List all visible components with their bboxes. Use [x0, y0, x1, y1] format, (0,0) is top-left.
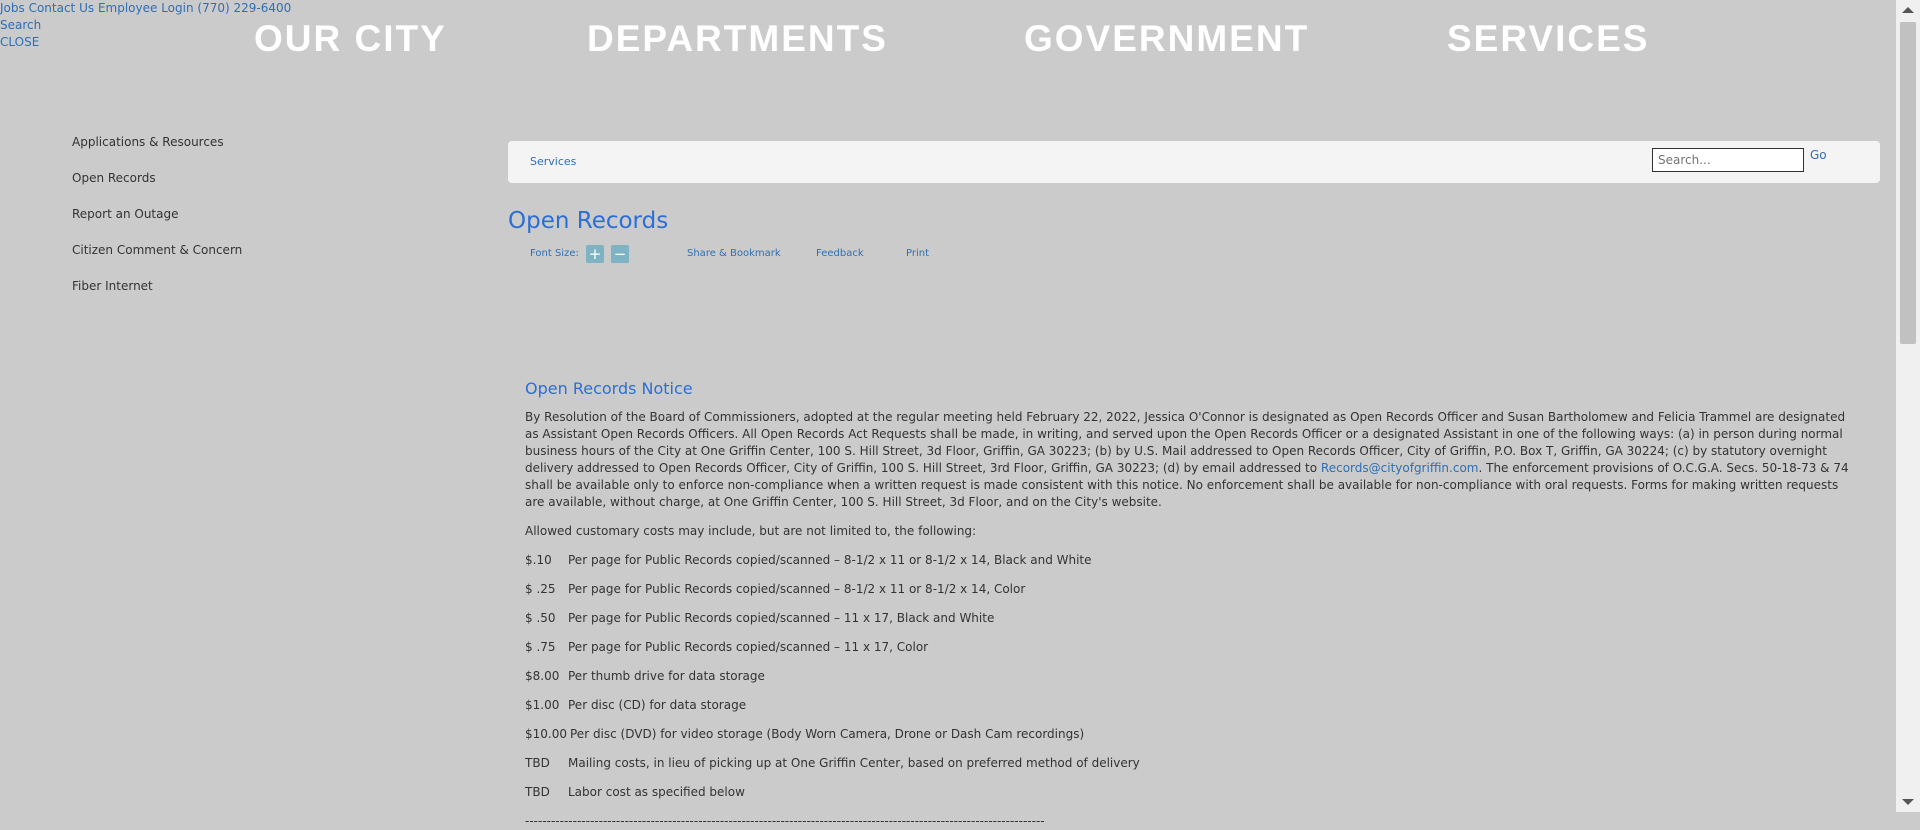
breadcrumb-bar: Services Go [508, 141, 1880, 183]
utility-links: Jobs Contact Us Employee Login (770) 229… [0, 0, 291, 17]
employee-login-link[interactable]: Employee Login [98, 1, 194, 15]
notice-paragraph: By Resolution of the Board of Commission… [525, 409, 1860, 511]
costs-intro: Allowed customary costs may include, but… [525, 524, 977, 538]
scroll-down-arrow-icon[interactable] [1902, 799, 1914, 805]
cost-amount: TBD [525, 785, 550, 799]
cost-description: Per page for Public Records copied/scann… [568, 611, 995, 625]
nav-government[interactable]: GOVERNMENT [1024, 18, 1309, 60]
sidebar-item-citizen-comment[interactable]: Citizen Comment & Concern [72, 241, 242, 277]
cost-description: Per thumb drive for data storage [568, 669, 765, 683]
font-decrease-button[interactable]: − [611, 245, 629, 263]
cost-description: Per disc (DVD) for video storage (Body W… [570, 727, 1085, 741]
sidebar-item-fiber-internet[interactable]: Fiber Internet [72, 277, 242, 313]
cost-row: $ .25 Per page for Public Records copied/… [525, 581, 1860, 598]
dashed-divider: ----------------------------------------… [525, 814, 1045, 828]
sidebar: Applications & Resources Open Records Re… [72, 133, 242, 313]
cost-row: $.10 Per page for Public Records copied/s… [525, 552, 1860, 569]
cost-description: Mailing costs, in lieu of picking up at … [568, 756, 1140, 770]
page-title: Open Records [508, 208, 669, 235]
cost-amount: $.10 [525, 553, 552, 567]
cost-amount: $10.00 [525, 727, 567, 741]
cost-row: $10.00 Per disc (DVD) for video storage (… [525, 726, 1860, 743]
cost-description: Per page for Public Records copied/scann… [568, 582, 1026, 596]
feedback-link[interactable]: Feedback [816, 248, 864, 259]
scrollbar-thumb[interactable] [1900, 22, 1916, 344]
cost-description: Per disc (CD) for data storage [568, 698, 747, 712]
cost-row: $ .50 Per page for Public Records copied/… [525, 610, 1860, 627]
cost-row: $1.00 Per disc (CD) for data storage [525, 697, 1860, 714]
cost-description: Per page for Public Records copied/scann… [568, 553, 1092, 567]
cost-row: TBD Mailing costs, in lieu of picking up … [525, 755, 1860, 772]
contact-us-link[interactable]: Contact Us [29, 1, 95, 15]
share-bookmark-link[interactable]: Share & Bookmark [687, 248, 781, 259]
nav-our-city[interactable]: OUR CITY [254, 18, 447, 60]
print-link[interactable]: Print [906, 248, 929, 259]
cost-amount: $ .75 [525, 640, 556, 654]
sidebar-item-open-records[interactable]: Open Records [72, 169, 242, 205]
cost-row: $ .75 Per page for Public Records copied/… [525, 639, 1860, 656]
font-size-label: Font Size: [530, 248, 579, 259]
sidebar-item-applications-resources[interactable]: Applications & Resources [72, 133, 242, 169]
search-input[interactable] [1652, 148, 1804, 172]
cost-amount: $1.00 [525, 698, 560, 712]
cost-row: TBD Labor cost as specified below [525, 784, 1860, 801]
font-increase-button[interactable]: + [586, 245, 604, 263]
nav-departments[interactable]: DEPARTMENTS [587, 18, 888, 60]
sidebar-item-report-outage[interactable]: Report an Outage [72, 205, 242, 241]
main-nav: OUR CITY DEPARTMENTS GOVERNMENT SERVICES [0, 18, 1920, 68]
cost-amount: $ .25 [525, 582, 556, 596]
cost-description: Labor cost as specified below [568, 785, 745, 799]
cost-description: Per page for Public Records copied/scann… [568, 640, 929, 654]
cost-amount: $8.00 [525, 669, 560, 683]
vertical-scrollbar[interactable] [1896, 0, 1920, 812]
cost-amount: $ .50 [525, 611, 556, 625]
cost-amount: TBD [525, 756, 550, 770]
phone-link[interactable]: (770) 229-6400 [197, 1, 291, 15]
nav-services[interactable]: SERVICES [1447, 18, 1649, 60]
jobs-link[interactable]: Jobs [0, 1, 25, 15]
search-go-button[interactable]: Go [1810, 148, 1827, 162]
cost-row: $8.00 Per thumb drive for data storage [525, 668, 1860, 685]
records-email-link[interactable]: Records@cityofgriffin.com [1321, 461, 1479, 475]
main-content: Open Records Notice By Resolution of the… [525, 380, 1860, 830]
breadcrumb-services[interactable]: Services [530, 155, 576, 168]
notice-title: Open Records Notice [525, 379, 693, 398]
scroll-up-arrow-icon[interactable] [1902, 7, 1914, 13]
